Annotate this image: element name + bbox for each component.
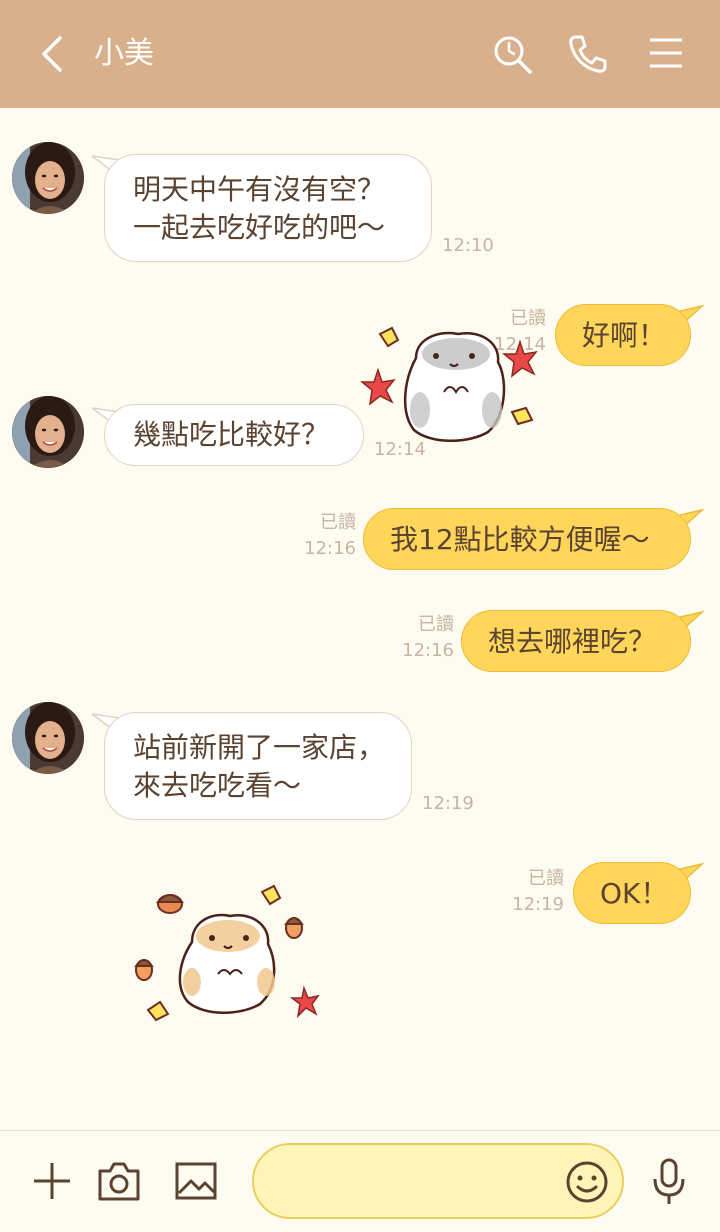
message-bubble-outgoing[interactable]: 好啊！: [555, 304, 691, 366]
read-receipt: 已讀 12:19: [512, 868, 564, 915]
menu-icon[interactable]: [644, 32, 688, 76]
message-bubble-incoming[interactable]: 明天中午有沒有空？ 一起去吃好吃的吧～: [104, 154, 432, 262]
avatar[interactable]: [12, 142, 84, 214]
plus-icon[interactable]: [30, 1159, 74, 1203]
message-bubble-outgoing[interactable]: OK！: [573, 862, 691, 924]
message-bubble-outgoing[interactable]: 想去哪裡吃？: [461, 610, 691, 672]
read-receipt: 已讀 12:16: [402, 614, 454, 661]
chat-header: 小美: [0, 0, 720, 108]
read-receipt: 已讀 12:16: [304, 512, 356, 559]
hamster-acorn-sticker[interactable]: [128, 878, 324, 1028]
camera-icon[interactable]: [96, 1159, 142, 1203]
microphone-icon[interactable]: [650, 1157, 688, 1207]
avatar[interactable]: [12, 702, 84, 774]
hamster-leaves-sticker[interactable]: [358, 320, 554, 450]
image-icon[interactable]: [174, 1159, 218, 1203]
search-icon[interactable]: [490, 32, 534, 76]
message-time: 12:10: [442, 235, 494, 256]
phone-icon[interactable]: [566, 32, 610, 76]
chat-area[interactable]: 明天中午有沒有空？ 一起去吃好吃的吧～ 12:10 已讀 12:14 好啊！: [0, 108, 720, 1130]
message-bubble-incoming[interactable]: 幾點吃比較好？: [104, 404, 364, 466]
input-bar: [0, 1130, 720, 1232]
avatar[interactable]: [12, 396, 84, 468]
chat-title: 小美: [94, 36, 154, 71]
message-time: 12:19: [422, 793, 474, 814]
emoji-icon[interactable]: [564, 1159, 610, 1205]
message-bubble-outgoing[interactable]: 我12點比較方便喔～: [363, 508, 691, 570]
message-bubble-incoming[interactable]: 站前新開了一家店， 來去吃吃看～: [104, 712, 412, 820]
back-arrow-icon[interactable]: [34, 34, 70, 74]
message-time: 12:14: [374, 439, 426, 460]
